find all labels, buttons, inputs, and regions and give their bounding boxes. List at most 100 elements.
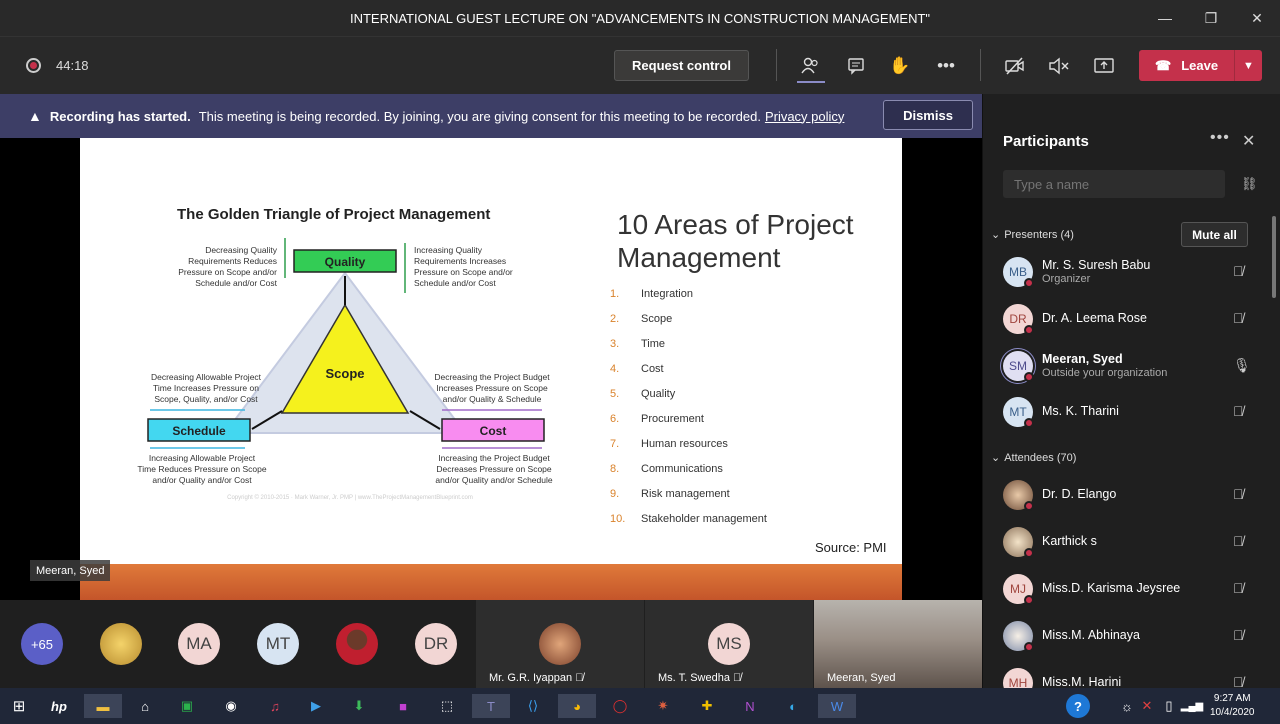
participant-row[interactable]: Karthick s 🎙̸: [983, 520, 1263, 564]
mic-muted-icon: 🎙̸: [1233, 533, 1244, 549]
raise-hand-icon[interactable]: ✋: [888, 54, 912, 78]
attendees-section-header[interactable]: ⌄ Attendees (70): [991, 451, 1076, 465]
video-tile[interactable]: Mr. G.R. Iyappan 🎙̸: [476, 600, 644, 688]
share-link-icon[interactable]: ⛓: [1241, 176, 1258, 192]
toolbar-divider: [980, 49, 981, 81]
chat-icon[interactable]: [844, 54, 868, 78]
hang-up-icon: ☎: [1155, 57, 1172, 73]
svg-text:Decreasing QualityRequirements: Decreasing Quality Requirements Reduces Pr…: [178, 245, 278, 288]
mic-muted-icon: 🎙̸: [1233, 263, 1244, 279]
mic-muted-icon: 🎙̸: [1233, 580, 1244, 596]
minimize-icon[interactable]: —: [1142, 0, 1188, 36]
video-tile-speaker[interactable]: Meeran, Syed: [814, 600, 982, 688]
app-icon[interactable]: ⬚: [434, 694, 460, 718]
tile-name: Mr. G.R. Iyappan 🎙̸: [489, 672, 584, 684]
avatar[interactable]: MT: [257, 623, 299, 665]
onenote-icon[interactable]: N: [737, 694, 763, 718]
hp-icon[interactable]: hp: [46, 694, 72, 718]
more-options-icon[interactable]: •••: [1210, 129, 1230, 147]
avatar[interactable]: DR: [415, 623, 457, 665]
panel-scrollbar[interactable]: [1272, 216, 1276, 298]
leave-options-chevron-icon[interactable]: ▼: [1234, 50, 1262, 81]
excel-icon[interactable]: ▣: [174, 694, 200, 718]
list-item: 7. Human resources: [610, 438, 728, 450]
mute-all-button[interactable]: Mute all: [1181, 222, 1248, 247]
play-store-icon[interactable]: ▶: [303, 694, 329, 718]
areas-list: 1. Integration 2. Scope 3. Time 4. Cost 5. Qu…: [610, 288, 767, 538]
avatar[interactable]: [100, 623, 142, 665]
mic-muted-icon[interactable]: [1047, 54, 1071, 78]
participant-row[interactable]: MJ Miss.D. Karisma Jeysree 🎙̸: [983, 567, 1263, 611]
banner-text: This meeting is being recorded. By joini…: [198, 108, 761, 124]
presence-badge: [1024, 595, 1034, 605]
source-label: Source: PMI: [815, 540, 887, 555]
help-icon[interactable]: ?: [1066, 694, 1090, 718]
media-app-icon[interactable]: ■: [390, 694, 416, 718]
mic-muted-icon: 🎙̸: [1233, 486, 1244, 502]
camera-off-icon[interactable]: [1003, 54, 1027, 78]
music-icon[interactable]: ♫: [262, 694, 288, 718]
participant-row[interactable]: DR Dr. A. Leema Rose 🎙̸: [983, 297, 1263, 341]
antivirus-icon[interactable]: ✕: [1138, 694, 1156, 718]
vidmate-icon[interactable]: ⬇: [346, 694, 372, 718]
window-title: INTERNATIONAL GUEST LECTURE ON "ADVANCEM…: [349, 10, 931, 26]
file-explorer-icon[interactable]: ▬: [84, 694, 122, 718]
presence-badge: [1024, 325, 1034, 335]
camera-app-icon[interactable]: ◉: [218, 694, 244, 718]
privacy-policy-link[interactable]: Privacy policy: [765, 109, 844, 124]
banner-heading: Recording has started.: [49, 108, 191, 124]
word-icon[interactable]: W: [818, 694, 856, 718]
edge-icon[interactable]: ◐: [780, 694, 806, 718]
tile-name: Ms. T. Swedha 🎙̸: [658, 672, 742, 684]
windows-taskbar: ⊞ hp ▬ ⌂ ▣ ◉ ♫ ▶ ⬇ ■ ⬚ T ⟨⟩ ◕ ◯ ✷ ✚ N ◐ …: [0, 688, 1280, 724]
presence-badge: [1024, 548, 1034, 558]
request-control-button[interactable]: Request control: [614, 50, 749, 81]
vpn-icon[interactable]: ✚: [694, 694, 720, 718]
avatar[interactable]: [336, 623, 378, 665]
mic-muted-icon: 🎙̸: [1233, 403, 1244, 419]
shared-content-stage: The Golden Triangle of Project Managemen…: [0, 138, 982, 600]
app-icon[interactable]: ✷: [650, 694, 676, 718]
dismiss-button[interactable]: Dismiss: [883, 100, 973, 130]
windows-start-icon[interactable]: ⊞: [6, 694, 32, 718]
participant-row[interactable]: Miss.M. Abhinaya 🎙̸: [983, 614, 1263, 658]
presenters-section-header[interactable]: ⌄ Presenters (4): [991, 228, 1074, 242]
more-actions-icon[interactable]: •••: [934, 54, 958, 78]
taskbar-clock[interactable]: 9:27 AM 10/4/2020: [1210, 692, 1255, 720]
scope-label: Scope: [325, 366, 364, 381]
recording-icon: [26, 58, 41, 73]
participants-icon[interactable]: [798, 54, 822, 78]
overflow-participants-button[interactable]: +65: [21, 623, 63, 665]
weather-icon[interactable]: ☼: [1118, 694, 1136, 718]
signal-icon[interactable]: ▂▄▆: [1181, 694, 1203, 718]
participant-row[interactable]: MH Miss.M. Harini 🎙̸: [983, 661, 1263, 688]
mic-icon: 🎙: [1233, 357, 1251, 373]
participant-row[interactable]: MB Mr. S. Suresh Babu Organizer 🎙̸: [983, 250, 1263, 294]
search-input[interactable]: [1003, 170, 1225, 198]
share-screen-icon[interactable]: [1092, 54, 1116, 78]
mic-muted-icon: 🎙̸: [1233, 674, 1244, 688]
participant-row[interactable]: SM Meeran, Syed Outside your organization…: [983, 344, 1263, 388]
list-item: 5. Quality: [610, 388, 676, 400]
leave-button[interactable]: ☎ Leave ▼: [1139, 50, 1262, 81]
maximize-icon[interactable]: ❐: [1188, 0, 1234, 36]
close-icon[interactable]: ✕: [1234, 0, 1280, 36]
home-icon[interactable]: ⌂: [132, 694, 158, 718]
presence-badge: [1024, 501, 1034, 511]
chrome-icon[interactable]: ◕: [558, 694, 596, 718]
video-tile[interactable]: MS Ms. T. Swedha 🎙̸: [645, 600, 813, 688]
areas-title: 10 Areas of Project Management: [617, 209, 854, 273]
participant-row[interactable]: MT Ms. K. Tharini 🎙̸: [983, 390, 1263, 434]
chevron-down-icon: ⌄: [991, 452, 1001, 464]
vscode-icon[interactable]: ⟨⟩: [520, 694, 546, 718]
network-icon[interactable]: ▯: [1160, 694, 1178, 718]
cost-label: Cost: [480, 424, 507, 438]
tile-name: Meeran, Syed: [827, 672, 896, 684]
participant-row[interactable]: Dr. D. Elango 🎙̸: [983, 473, 1263, 517]
window-titlebar: INTERNATIONAL GUEST LECTURE ON "ADVANCEM…: [0, 0, 1280, 36]
opera-icon[interactable]: ◯: [607, 694, 633, 718]
avatar[interactable]: MA: [178, 623, 220, 665]
teams-icon[interactable]: T: [472, 694, 510, 718]
avatar: MS: [708, 623, 750, 665]
close-icon[interactable]: ✕: [1242, 131, 1255, 151]
